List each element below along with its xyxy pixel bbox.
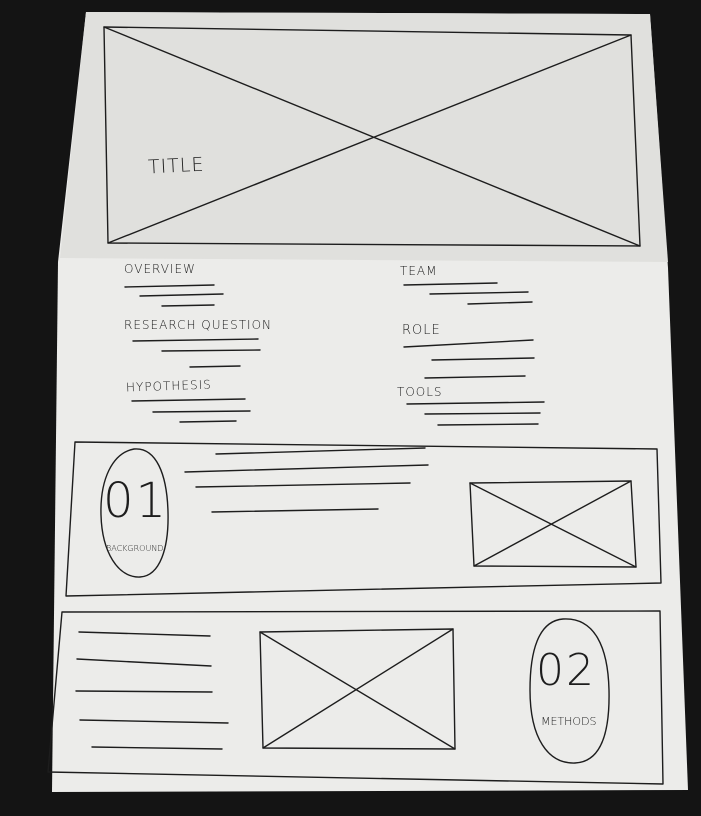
section-1-label: BACKGROUND (106, 544, 164, 553)
paper-fold-shade (60, 12, 668, 262)
hero-title: TITLE (147, 153, 205, 179)
label-hypothesis: HYPOTHESIS (125, 377, 212, 395)
section-1-number: 01 (103, 473, 169, 529)
photo-scene: TITLE OVERVIEW RESEARCH QUESTION HYPOTHE… (0, 0, 701, 816)
section-2-label: METHODS (541, 715, 597, 728)
label-research-question: RESEARCH QUESTION (124, 318, 273, 332)
label-role: ROLE (402, 323, 441, 338)
label-overview: OVERVIEW (124, 262, 196, 276)
section-2-number: 02 (536, 645, 596, 696)
label-team: TEAM (400, 264, 438, 278)
label-tools: TOOLS (397, 385, 443, 399)
